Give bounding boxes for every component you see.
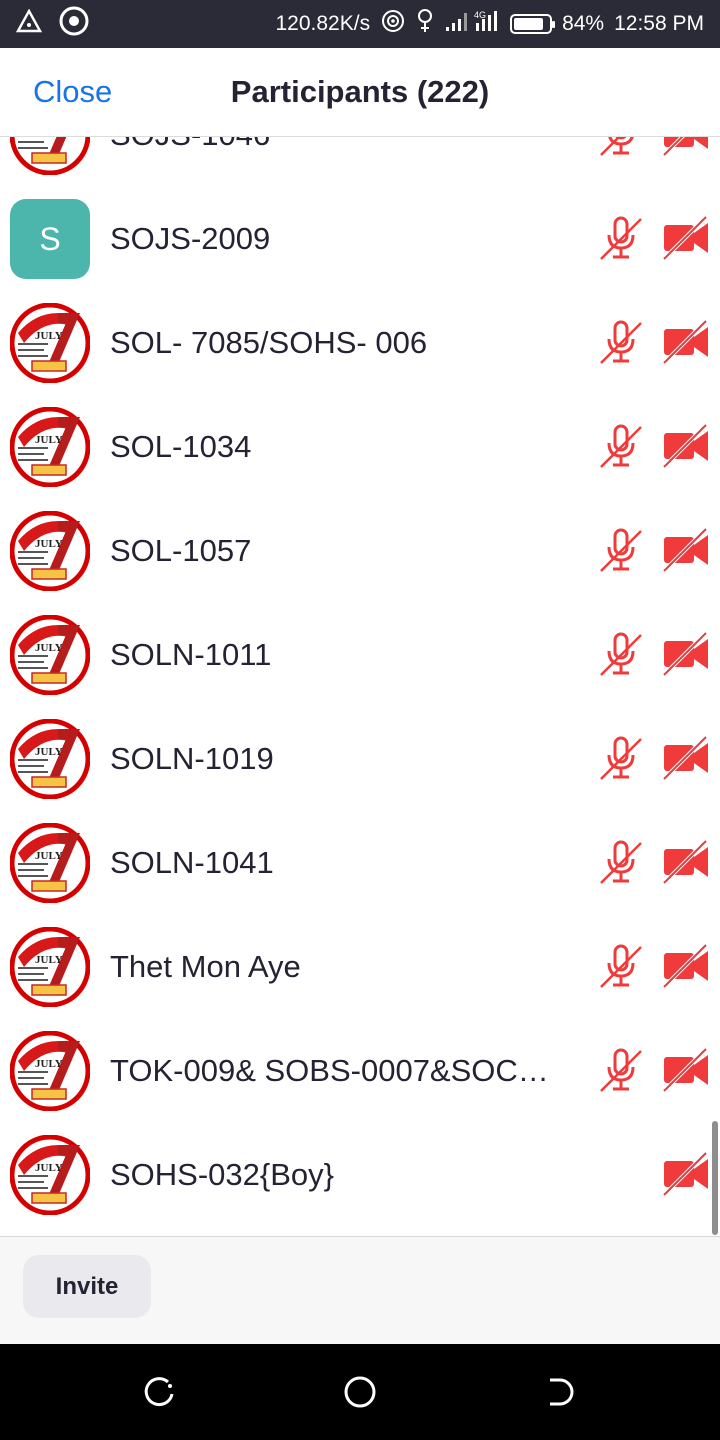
participant-row[interactable]: JULY TOK-009& SOBS-0007&SOCS-… bbox=[0, 1007, 720, 1111]
video-off-icon bbox=[662, 137, 710, 157]
avatar-logo-text: JULY bbox=[35, 954, 63, 966]
video-off-icon bbox=[662, 631, 710, 677]
participant-row[interactable]: JULY SOHS-032{Boy} bbox=[0, 1111, 720, 1215]
participant-name: SOL-1057 bbox=[110, 533, 252, 568]
avatar-logo-text: JULY bbox=[35, 1058, 63, 1070]
back-icon[interactable] bbox=[542, 1374, 578, 1410]
avatar: JULY bbox=[10, 407, 90, 487]
avatar-logo-text: JULY bbox=[35, 746, 63, 758]
hotspot-icon bbox=[380, 8, 406, 40]
participant-name: Thet Mon Aye bbox=[110, 949, 301, 984]
net-speed: 120.82K/s bbox=[275, 12, 371, 35]
avatar-logo-text: JULY bbox=[35, 330, 63, 342]
video-off-icon bbox=[662, 943, 710, 989]
participant-row[interactable]: JULY SOL-1057 bbox=[0, 487, 720, 591]
avatar-initial: S bbox=[39, 220, 61, 257]
battery-percent: 84% bbox=[562, 12, 605, 35]
navigation-bar bbox=[0, 1344, 720, 1440]
video-off-icon bbox=[662, 839, 710, 885]
status-bar: 120.82K/s 4G 84% 12:58 PM bbox=[0, 0, 720, 48]
mic-muted-icon bbox=[598, 319, 644, 365]
svg-text:4G: 4G bbox=[474, 10, 486, 20]
video-off-icon bbox=[662, 215, 710, 261]
video-off-icon bbox=[662, 1151, 710, 1197]
participant-row[interactable]: JULY SOLN-1011 bbox=[0, 591, 720, 695]
avatar: JULY bbox=[10, 137, 90, 175]
participant-name: SOL-1034 bbox=[110, 429, 252, 464]
avatar: S bbox=[10, 199, 90, 279]
avatar: JULY bbox=[10, 1135, 90, 1215]
footer-bar: Invite bbox=[0, 1236, 720, 1344]
page-title: Participants (222) bbox=[230, 74, 490, 109]
avatar-logo-text: JULY bbox=[35, 434, 63, 446]
avatar-logo-text: JULY bbox=[35, 850, 63, 862]
invite-button[interactable]: Invite bbox=[23, 1255, 151, 1318]
mic-muted-icon bbox=[598, 1047, 644, 1093]
mic-muted-icon bbox=[598, 527, 644, 573]
mic-muted-icon bbox=[598, 735, 644, 781]
participant-name: SOLN-1019 bbox=[110, 741, 274, 776]
avatar-logo-text: JULY bbox=[35, 642, 63, 654]
video-off-icon bbox=[662, 1047, 710, 1093]
mic-muted-icon bbox=[598, 631, 644, 677]
participant-name: SOJS-1046 bbox=[110, 137, 270, 153]
participant-row[interactable]: JULY SOLN-1041 bbox=[0, 799, 720, 903]
participant-name: SOL- 7085/SOHS- 006 bbox=[110, 325, 428, 360]
participant-name: TOK-009& SOBS-0007&SOCS-… bbox=[110, 1053, 560, 1088]
mic-muted-icon bbox=[598, 943, 644, 989]
avatar-logo-text: JULY bbox=[35, 1162, 63, 1174]
avatar: JULY bbox=[10, 1031, 90, 1111]
avatar: JULY bbox=[10, 823, 90, 903]
mic-muted-icon bbox=[598, 423, 644, 469]
video-off-icon bbox=[662, 319, 710, 365]
participant-list[interactable]: JULY SOJS-1046 S SOJS-2009 JULY SOL- 7085/SOH… bbox=[0, 137, 720, 1236]
battery-icon bbox=[510, 14, 556, 34]
participant-name: SOLN-1041 bbox=[110, 845, 274, 880]
participant-row[interactable]: JULY Thet Mon Aye bbox=[0, 903, 720, 1007]
recent-apps-icon[interactable] bbox=[142, 1374, 178, 1410]
participant-row[interactable]: JULY SOL-1034 bbox=[0, 383, 720, 487]
avatar: JULY bbox=[10, 511, 90, 591]
circle-status-icon bbox=[58, 5, 90, 43]
mic-muted-icon bbox=[598, 839, 644, 885]
participant-row[interactable]: JULY SOLN-1019 bbox=[0, 695, 720, 799]
scrollbar[interactable] bbox=[712, 1121, 718, 1235]
avatar: JULY bbox=[10, 719, 90, 799]
warning-triangle-icon bbox=[15, 8, 43, 39]
clock: 12:58 PM bbox=[614, 12, 704, 35]
participant-name: SOHS-032{Boy} bbox=[110, 1157, 335, 1192]
mic-muted-icon bbox=[598, 137, 644, 157]
avatar: JULY bbox=[10, 303, 90, 383]
avatar: JULY bbox=[10, 615, 90, 695]
avatar-logo-text: JULY bbox=[35, 538, 63, 550]
mic-muted-icon bbox=[598, 215, 644, 261]
participant-name: SOJS-2009 bbox=[110, 221, 271, 256]
video-off-icon bbox=[662, 735, 710, 781]
signal-icon: 4G bbox=[444, 9, 500, 39]
avatar: JULY bbox=[10, 927, 90, 1007]
participants-header: Close Participants (222) bbox=[0, 48, 720, 137]
home-icon[interactable] bbox=[342, 1374, 378, 1410]
video-off-icon bbox=[662, 527, 710, 573]
participant-row[interactable]: JULY SOL- 7085/SOHS- 006 bbox=[0, 279, 720, 383]
video-off-icon bbox=[662, 423, 710, 469]
location-icon bbox=[416, 8, 434, 40]
participant-row[interactable]: S SOJS-2009 bbox=[0, 175, 720, 279]
participant-row[interactable]: JULY SOJS-1046 bbox=[0, 137, 720, 175]
participant-name: SOLN-1011 bbox=[110, 637, 272, 672]
